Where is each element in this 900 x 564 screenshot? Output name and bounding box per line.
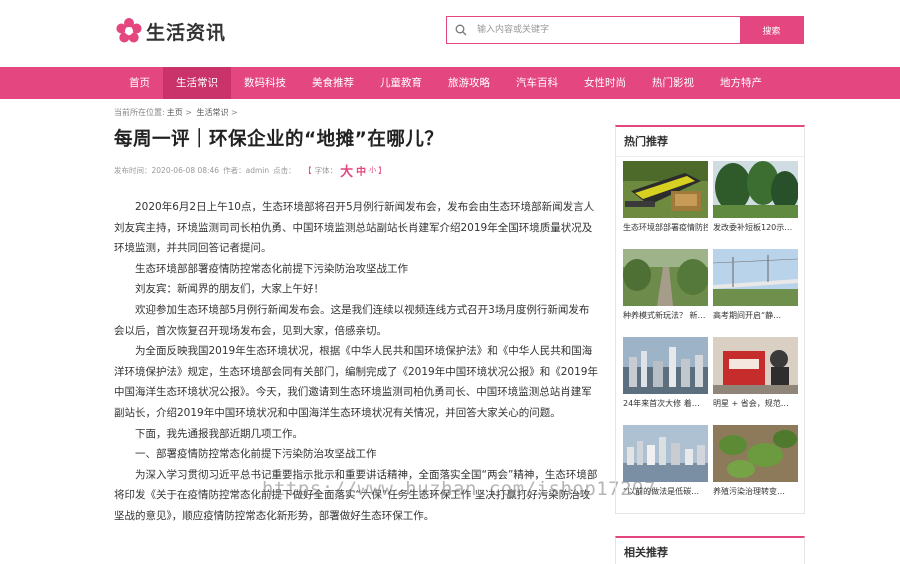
hot-item[interactable]: “以前的做法是低碳… <box>623 425 708 513</box>
article: 每周一评｜环保企业的“地摊”在哪儿？ 发布时间：2020-06-08 08:46… <box>114 125 598 527</box>
nav-item-digital-tech[interactable]: 数码科技 <box>231 67 299 99</box>
hot-item-title: 养殖污染治理转变… <box>713 487 785 496</box>
font-size-medium-button[interactable]: 中 <box>356 163 366 178</box>
hot-item[interactable]: 发改委补短板120示… <box>713 161 798 249</box>
hot-item-title: 明星 + 省会，规范… <box>713 399 789 408</box>
nav-item-movies[interactable]: 热门影视 <box>639 67 707 99</box>
paragraph: 刘友宾：新闻界的朋友们，大家上午好！ <box>135 283 324 296</box>
click-count: 点击： <box>273 165 296 175</box>
main-nav: 首页 生活常识 数码科技 美食推荐 儿童教育 旅游攻略 汽车百科 女性时尚 热门… <box>0 67 900 99</box>
paragraph: 生态环境部部署疫情防控常态化前提下污染防治攻坚战工作 <box>135 262 408 275</box>
plant-photo <box>713 425 798 482</box>
stall-photo <box>713 337 798 394</box>
hot-item[interactable]: 24年来首次大修 着… <box>623 337 708 425</box>
machine-photo <box>623 161 708 218</box>
site-name: 生活资讯 <box>146 21 227 44</box>
search-bar: 搜索 <box>446 16 804 44</box>
site-logo[interactable]: 生活资讯 <box>116 16 226 46</box>
breadcrumb: 当前所在位置: 主页 > 生活常识 > <box>114 107 240 118</box>
breadcrumb-prefix: 当前所在位置: <box>114 108 165 117</box>
hot-item-title: 种养模式新玩法？ 新… <box>623 311 706 320</box>
nav-item-life-tips[interactable]: 生活常识 <box>163 67 231 99</box>
breadcrumb-category-link[interactable]: 生活常识 <box>197 108 229 117</box>
paragraph: 2020年6月2日上午10点，生态环境部将召开5月例行新闻发布会，发布会由生态环… <box>114 201 595 255</box>
related-recommend-panel: 相关推荐 <box>615 536 805 564</box>
paragraph: 为全面反映我国2019年生态环境状况，根据《中华人民共和国环境保护法》和《中华人… <box>114 345 598 419</box>
bracket-open: 【 <box>303 165 312 175</box>
forest-photo <box>713 161 798 218</box>
paragraph: 一、部署疫情防控常态化前提下污染防治攻坚战工作 <box>135 448 377 461</box>
search-icon <box>447 17 475 43</box>
related-recommend-title: 相关推荐 <box>624 546 668 559</box>
font-size-large-button[interactable]: 大 <box>340 161 353 180</box>
hot-item[interactable]: 养殖污染治理转变… <box>713 425 798 513</box>
font-size-label: 字体： <box>314 165 338 175</box>
hot-item[interactable]: 种养模式新玩法？ 新… <box>623 249 708 337</box>
breadcrumb-separator: > <box>185 108 192 117</box>
path-photo <box>623 249 708 306</box>
hot-item-title: 高考期间开启“静… <box>713 311 782 320</box>
paragraph: 下面，我先通报我部近期几项工作。 <box>135 427 303 440</box>
article-meta: 发布时间：2020-06-08 08:46 作者：admin 点击： 【 字体：… <box>114 161 598 180</box>
bridge-photo <box>713 249 798 306</box>
search-button[interactable]: 搜索 <box>740 17 803 43</box>
font-size-control: 【 字体： 大 中 小 】 <box>304 161 387 180</box>
hot-item-title: 24年来首次大修 着… <box>623 399 700 408</box>
article-title: 每周一评｜环保企业的“地摊”在哪儿？ <box>114 129 444 150</box>
nav-item-food[interactable]: 美食推荐 <box>299 67 367 99</box>
hot-item-title: 发改委补短板120示… <box>713 223 793 232</box>
hot-recommend-panel: 热门推荐 生态环境部部署疫情防控… <box>615 125 805 514</box>
breadcrumb-home-link[interactable]: 主页 <box>167 108 183 117</box>
hot-item[interactable]: 明星 + 省会，规范… <box>713 337 798 425</box>
breadcrumb-separator: > <box>231 108 238 117</box>
nav-item-kids-education[interactable]: 儿童教育 <box>367 67 435 99</box>
search-input[interactable] <box>475 17 740 43</box>
publish-time: 发布时间：2020-06-08 08:46 <box>114 165 220 175</box>
paragraph: 欢迎参加生态环境部5月例行新闻发布会。这是我们连续以视频连线方式召开3场月度例行… <box>114 303 590 337</box>
hot-item-title: “以前的做法是低碳… <box>623 487 700 496</box>
hot-recommend-title: 热门推荐 <box>616 127 804 157</box>
article-body: 2020年6月2日上午10点，生态环境部将召开5月例行新闻发布会，发布会由生态环… <box>114 197 598 527</box>
hot-item[interactable]: 生态环境部部署疫情防控… <box>623 161 708 249</box>
paragraph: 为深入学习贯彻习近平总书记重要指示批示和重要讲话精神，全面落实全国“两会”精神，… <box>114 468 598 522</box>
city-photo <box>623 337 708 394</box>
nav-item-travel[interactable]: 旅游攻略 <box>435 67 503 99</box>
header: 生活资讯 搜索 <box>0 0 900 67</box>
nav-item-home[interactable]: 首页 <box>116 67 163 99</box>
flower-logo-icon <box>116 18 142 44</box>
bracket-close: 】 <box>378 165 387 175</box>
hot-item-title: 生态环境部部署疫情防控… <box>623 223 708 232</box>
sidebar: 热门推荐 生态环境部部署疫情防控… <box>615 125 805 514</box>
hot-item[interactable]: 高考期间开启“静… <box>713 249 798 337</box>
nav-item-cars[interactable]: 汽车百科 <box>503 67 571 99</box>
font-size-small-button[interactable]: 小 <box>369 165 376 175</box>
nav-item-fashion[interactable]: 女性时尚 <box>571 67 639 99</box>
nav-item-local-specialties[interactable]: 地方特产 <box>707 67 775 99</box>
author: 作者：admin <box>223 165 270 175</box>
harbor-photo <box>623 425 708 482</box>
